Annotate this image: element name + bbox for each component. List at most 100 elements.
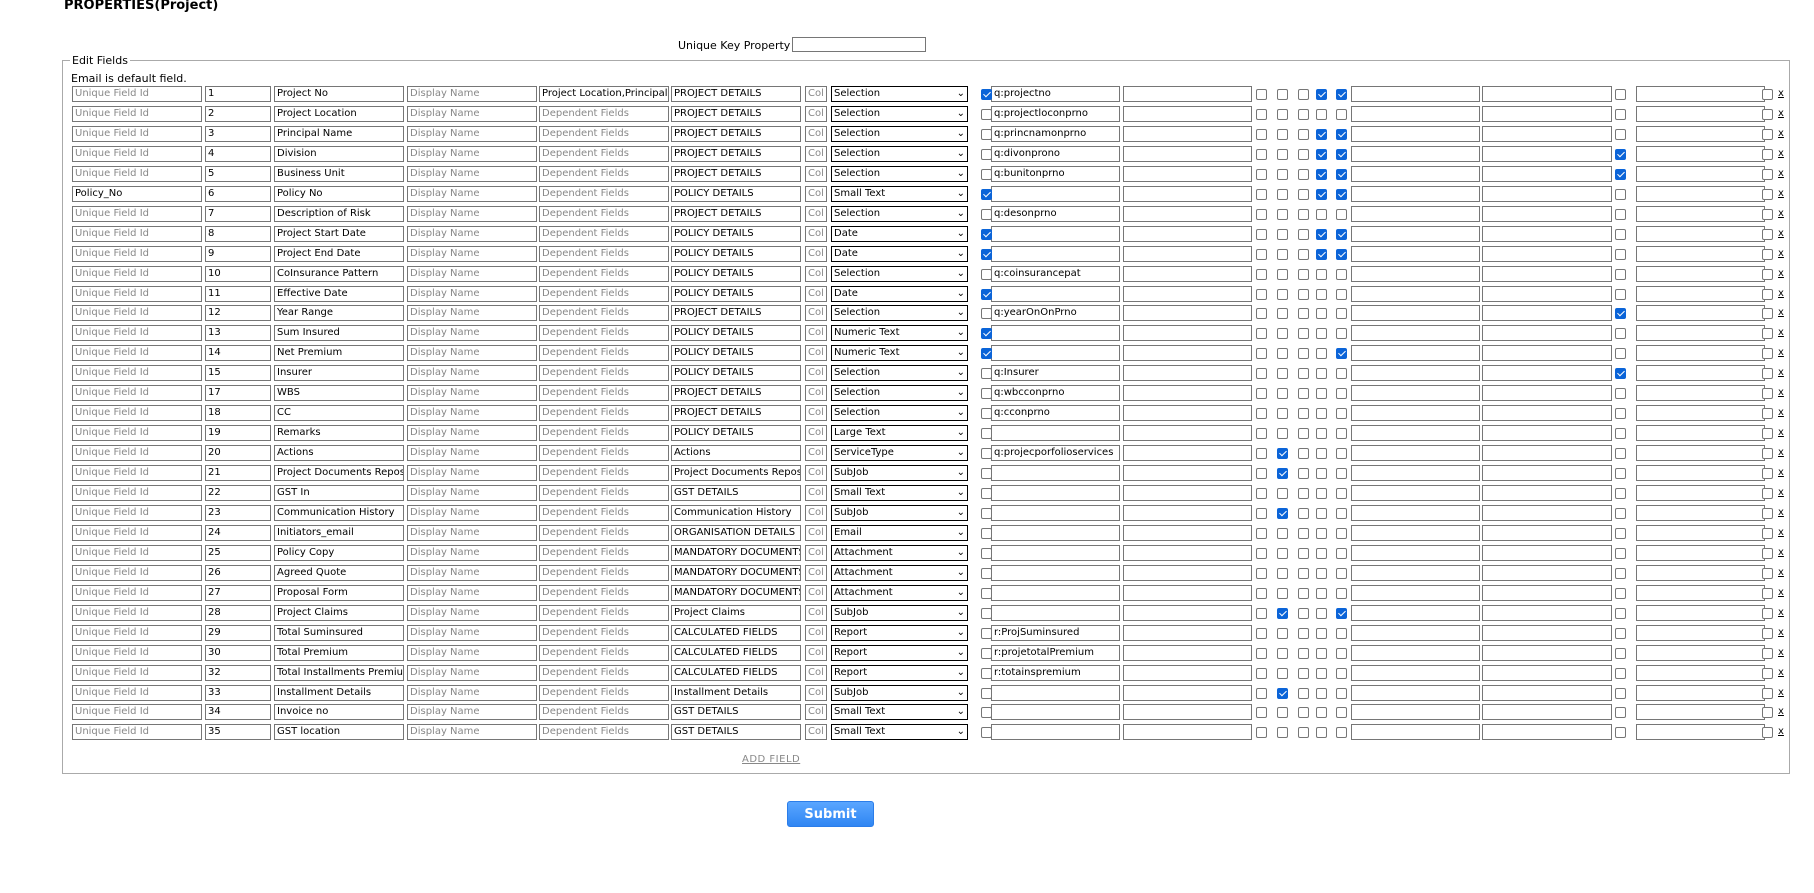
- option-checkbox[interactable]: [1277, 627, 1288, 639]
- option-checkbox[interactable]: [1277, 188, 1288, 200]
- unique-field-id-input[interactable]: Unique Field Id: [72, 385, 202, 402]
- col-input[interactable]: Col: [805, 145, 827, 162]
- order-input[interactable]: 20: [205, 445, 271, 462]
- unique-field-id-input[interactable]: Unique Field Id: [72, 105, 202, 122]
- option-checkbox[interactable]: [1336, 248, 1347, 260]
- order-input[interactable]: 2: [205, 105, 271, 122]
- option-checkbox[interactable]: [981, 328, 992, 340]
- extra-input-4[interactable]: [1636, 345, 1765, 362]
- col-input[interactable]: Col: [805, 624, 827, 641]
- unique-field-id-input[interactable]: Unique Field Id: [72, 325, 202, 342]
- extra-input-1[interactable]: [1123, 86, 1252, 102]
- field-name-input[interactable]: GST location: [274, 724, 404, 741]
- option-checkbox[interactable]: [1615, 128, 1626, 140]
- display-name-input[interactable]: Display Name: [407, 684, 537, 701]
- extra-input-2[interactable]: [1351, 245, 1480, 262]
- order-input[interactable]: 24: [205, 524, 271, 541]
- display-name-input[interactable]: Display Name: [407, 604, 537, 621]
- display-name-input[interactable]: Display Name: [407, 445, 537, 462]
- query-input[interactable]: q:projectloconprno: [991, 105, 1120, 122]
- field-name-input[interactable]: WBS: [274, 385, 404, 402]
- field-name-input[interactable]: Project Start Date: [274, 225, 404, 242]
- option-checkbox[interactable]: [1762, 727, 1773, 739]
- col-input[interactable]: Col: [805, 544, 827, 561]
- section-input[interactable]: POLICY DETAILS: [671, 265, 801, 282]
- extra-input-2[interactable]: [1351, 225, 1480, 242]
- remove-row-link[interactable]: x: [1778, 248, 1784, 259]
- field-type-select[interactable]: Selection ⌄: [831, 265, 968, 282]
- remove-row-link[interactable]: x: [1778, 208, 1784, 219]
- extra-input-3[interactable]: [1482, 465, 1612, 482]
- extra-input-2[interactable]: [1351, 145, 1480, 162]
- extra-input-1[interactable]: [1123, 465, 1252, 482]
- remove-row-link[interactable]: x: [1778, 627, 1784, 638]
- option-checkbox[interactable]: [1277, 707, 1288, 719]
- query-input[interactable]: q:coinsurancepat: [991, 265, 1120, 282]
- field-name-input[interactable]: Proposal Form: [274, 584, 404, 601]
- dependent-fields-input[interactable]: Dependent Fields: [539, 544, 669, 561]
- query-input[interactable]: r:ProjSuminsured: [991, 624, 1120, 641]
- option-checkbox[interactable]: [1256, 687, 1267, 699]
- option-checkbox[interactable]: [1277, 567, 1288, 579]
- display-name-input[interactable]: Display Name: [407, 245, 537, 262]
- col-input[interactable]: Col: [805, 345, 827, 362]
- option-checkbox[interactable]: [1336, 507, 1347, 519]
- unique-field-id-input[interactable]: Unique Field Id: [72, 165, 202, 182]
- option-checkbox[interactable]: [1316, 567, 1327, 579]
- extra-input-3[interactable]: [1482, 165, 1612, 182]
- remove-row-link[interactable]: x: [1778, 168, 1784, 179]
- option-checkbox[interactable]: [1615, 188, 1626, 200]
- option-checkbox[interactable]: [1615, 667, 1626, 679]
- option-checkbox[interactable]: [1298, 607, 1309, 619]
- option-checkbox[interactable]: [1316, 468, 1327, 480]
- order-input[interactable]: 13: [205, 325, 271, 342]
- remove-row-link[interactable]: x: [1778, 88, 1784, 99]
- option-checkbox[interactable]: [1256, 667, 1267, 679]
- option-checkbox[interactable]: [1615, 268, 1626, 280]
- option-checkbox[interactable]: [1277, 587, 1288, 599]
- field-name-input[interactable]: CoInsurance Pattern: [274, 265, 404, 282]
- option-checkbox[interactable]: [981, 667, 992, 679]
- option-checkbox[interactable]: [1298, 667, 1309, 679]
- extra-input-4[interactable]: [1636, 504, 1765, 521]
- option-checkbox[interactable]: [1762, 408, 1773, 420]
- extra-input-3[interactable]: [1482, 624, 1612, 641]
- option-checkbox[interactable]: [1762, 607, 1773, 619]
- option-checkbox[interactable]: [981, 707, 992, 719]
- field-type-select[interactable]: Small Text ⌄: [831, 704, 968, 721]
- option-checkbox[interactable]: [981, 607, 992, 619]
- extra-input-3[interactable]: [1482, 86, 1612, 102]
- section-input[interactable]: PROJECT DETAILS: [671, 405, 801, 422]
- query-input[interactable]: q:projecporfolioservices: [991, 445, 1120, 462]
- dependent-fields-input[interactable]: Dependent Fields: [539, 604, 669, 621]
- option-checkbox[interactable]: [1762, 567, 1773, 579]
- extra-input-1[interactable]: [1123, 544, 1252, 561]
- field-name-input[interactable]: Effective Date: [274, 285, 404, 302]
- option-checkbox[interactable]: [1615, 208, 1626, 220]
- extra-input-1[interactable]: [1123, 425, 1252, 442]
- extra-input-3[interactable]: [1482, 724, 1612, 741]
- extra-input-3[interactable]: [1482, 564, 1612, 581]
- display-name-input[interactable]: Display Name: [407, 145, 537, 162]
- extra-input-2[interactable]: [1351, 724, 1480, 741]
- query-input[interactable]: [991, 684, 1120, 701]
- unique-field-id-input[interactable]: Unique Field Id: [72, 644, 202, 661]
- option-checkbox[interactable]: [1298, 388, 1309, 400]
- option-checkbox[interactable]: [1316, 428, 1327, 440]
- remove-row-link[interactable]: x: [1778, 427, 1784, 438]
- field-name-input[interactable]: Project Claims: [274, 604, 404, 621]
- option-checkbox[interactable]: [1316, 248, 1327, 260]
- display-name-input[interactable]: Display Name: [407, 704, 537, 721]
- query-input[interactable]: [991, 584, 1120, 601]
- field-type-select[interactable]: ServiceType ⌄: [831, 445, 968, 462]
- display-name-input[interactable]: Display Name: [407, 504, 537, 521]
- option-checkbox[interactable]: [1336, 687, 1347, 699]
- option-checkbox[interactable]: [1762, 128, 1773, 140]
- option-checkbox[interactable]: [981, 348, 992, 360]
- section-input[interactable]: PROJECT DETAILS: [671, 205, 801, 222]
- option-checkbox[interactable]: [1336, 527, 1347, 539]
- extra-input-1[interactable]: [1123, 225, 1252, 242]
- field-type-select[interactable]: Selection ⌄: [831, 125, 968, 142]
- extra-input-1[interactable]: [1123, 325, 1252, 342]
- display-name-input[interactable]: Display Name: [407, 425, 537, 442]
